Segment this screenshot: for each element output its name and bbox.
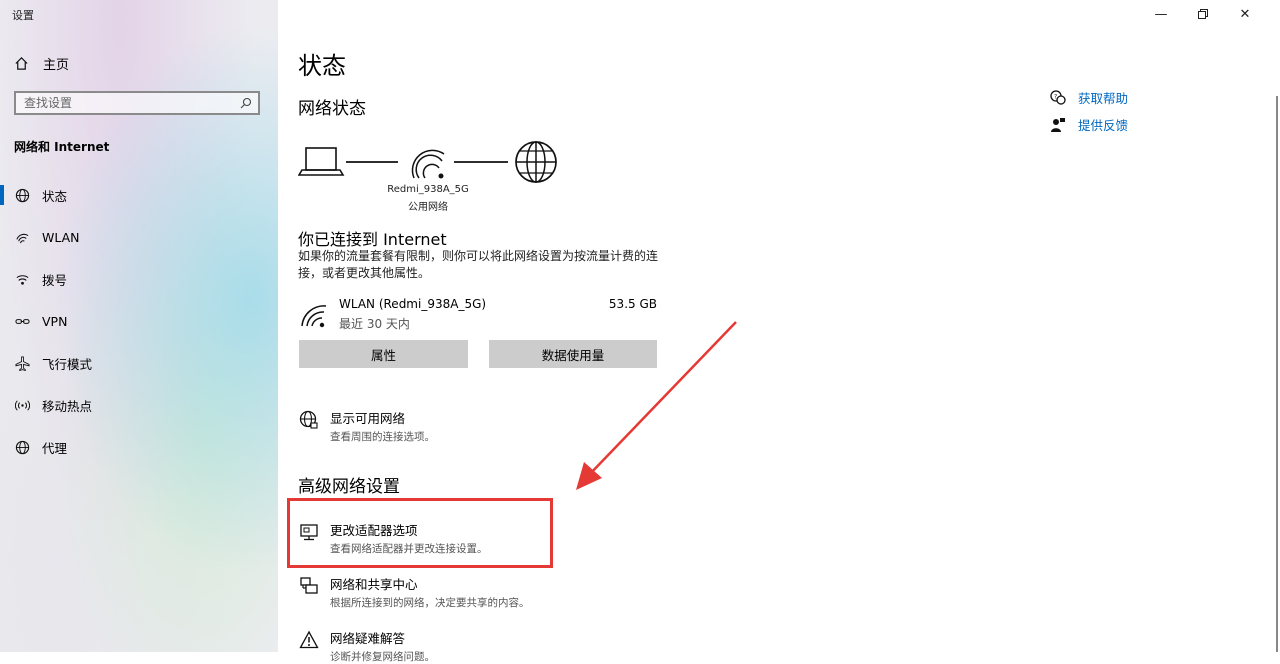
- sharing-center-icon: [298, 574, 320, 610]
- sidebar-item-label: 代理: [42, 440, 68, 456]
- connection-period: 最近 30 天内: [339, 317, 410, 331]
- sidebar-item-wlan[interactable]: WLAN: [0, 216, 278, 258]
- hotspot-icon: [14, 397, 30, 413]
- show-networks-title: 显示可用网络: [330, 411, 406, 426]
- network-status-heading: 网络状态: [298, 99, 366, 119]
- laptop-icon: [298, 147, 345, 176]
- sidebar-item-label: 移动热点: [42, 398, 93, 414]
- svg-text:?: ?: [1054, 93, 1057, 100]
- vpn-icon: [14, 313, 30, 329]
- show-networks-link[interactable]: 显示可用网络 查看周围的连接选项。: [298, 408, 435, 444]
- feedback-person-icon: [1050, 117, 1066, 133]
- sidebar-item-label: WLAN: [42, 229, 80, 245]
- sidebar-item-vpn[interactable]: VPN: [0, 300, 278, 342]
- restore-icon: [1198, 9, 1208, 19]
- status-globe-icon: [14, 187, 30, 203]
- wifi-signal-icon: [301, 305, 327, 328]
- sidebar-item-label: VPN: [42, 313, 68, 329]
- show-networks-subtitle: 查看周围的连接选项。: [330, 431, 435, 443]
- sidebar-item-label: 拨号: [42, 272, 68, 288]
- advanced-settings-heading: 高级网络设置: [298, 477, 400, 497]
- troubleshoot-title: 网络疑难解答: [330, 631, 406, 646]
- sharing-center-title: 网络和共享中心: [330, 577, 418, 592]
- connection-name: WLAN (Redmi_938A_5G): [339, 297, 487, 311]
- search-icon[interactable]: [240, 97, 252, 109]
- connected-description: 如果你的流量套餐有限制，则你可以将此网络设置为按流量计费的连接，或者更改其他属性…: [298, 249, 659, 280]
- sharing-center-subtitle: 根据所连接到的网络，决定要共享的内容。: [330, 597, 530, 609]
- help-chat-icon: ?: [1050, 89, 1066, 106]
- troubleshoot-subtitle: 诊断并修复网络问题。: [330, 651, 435, 663]
- sidebar-item-dialup[interactable]: 拨号: [0, 258, 278, 300]
- network-type: 公用网络: [408, 202, 448, 213]
- sidebar: 设置 主页 网络和 Internet 状态 WLAN: [0, 0, 278, 652]
- dialup-icon: [14, 271, 30, 287]
- proxy-globe-icon: [14, 439, 30, 455]
- close-button[interactable]: ✕: [1224, 4, 1266, 24]
- properties-button[interactable]: 属性: [299, 340, 468, 368]
- get-help-link[interactable]: ? 获取帮助: [1050, 88, 1128, 107]
- get-help-label: 获取帮助: [1078, 91, 1129, 106]
- search-box[interactable]: [14, 91, 260, 115]
- show-networks-icon: [298, 408, 320, 444]
- internet-globe-icon: [515, 141, 557, 183]
- connected-heading: 你已连接到 Internet: [298, 230, 447, 249]
- feedback-link[interactable]: 提供反馈: [1050, 115, 1128, 134]
- sidebar-nav: 状态 WLAN 拨号 VPN 飞行模式 移动热点 代理: [0, 174, 278, 468]
- restore-button[interactable]: [1182, 4, 1224, 24]
- network-name: Redmi_938A_5G: [387, 184, 469, 195]
- wifi-router-icon: [411, 149, 445, 179]
- annotation-highlight-box: [287, 498, 553, 568]
- home-icon: [15, 57, 28, 70]
- sidebar-item-proxy[interactable]: 代理: [0, 426, 278, 468]
- sharing-center-link[interactable]: 网络和共享中心 根据所连接到的网络，决定要共享的内容。: [298, 574, 530, 610]
- window-title: 设置: [12, 9, 34, 22]
- search-input[interactable]: [16, 95, 226, 111]
- feedback-label: 提供反馈: [1078, 118, 1129, 133]
- sidebar-item-hotspot[interactable]: 移动热点: [0, 384, 278, 426]
- window-controls: — ✕: [1140, 4, 1266, 24]
- section-label: 网络和 Internet: [14, 140, 110, 154]
- home-nav-item[interactable]: 主页: [14, 54, 69, 73]
- airplane-icon: [14, 355, 30, 371]
- warning-icon: [298, 628, 320, 664]
- page-title: 状态: [298, 52, 346, 80]
- wifi-icon: [14, 229, 30, 245]
- minimize-button[interactable]: —: [1140, 4, 1182, 24]
- data-usage-value: 53.5 GB: [608, 297, 657, 311]
- sidebar-item-label: 飞行模式: [42, 356, 93, 372]
- home-label: 主页: [43, 58, 70, 73]
- sidebar-item-status[interactable]: 状态: [0, 174, 278, 216]
- scrollbar[interactable]: [1276, 96, 1278, 652]
- sidebar-item-label: 状态: [42, 188, 68, 204]
- sidebar-item-airplane[interactable]: 飞行模式: [0, 342, 278, 384]
- annotation-arrow: [576, 321, 737, 490]
- troubleshoot-link[interactable]: 网络疑难解答 诊断并修复网络问题。: [298, 628, 435, 664]
